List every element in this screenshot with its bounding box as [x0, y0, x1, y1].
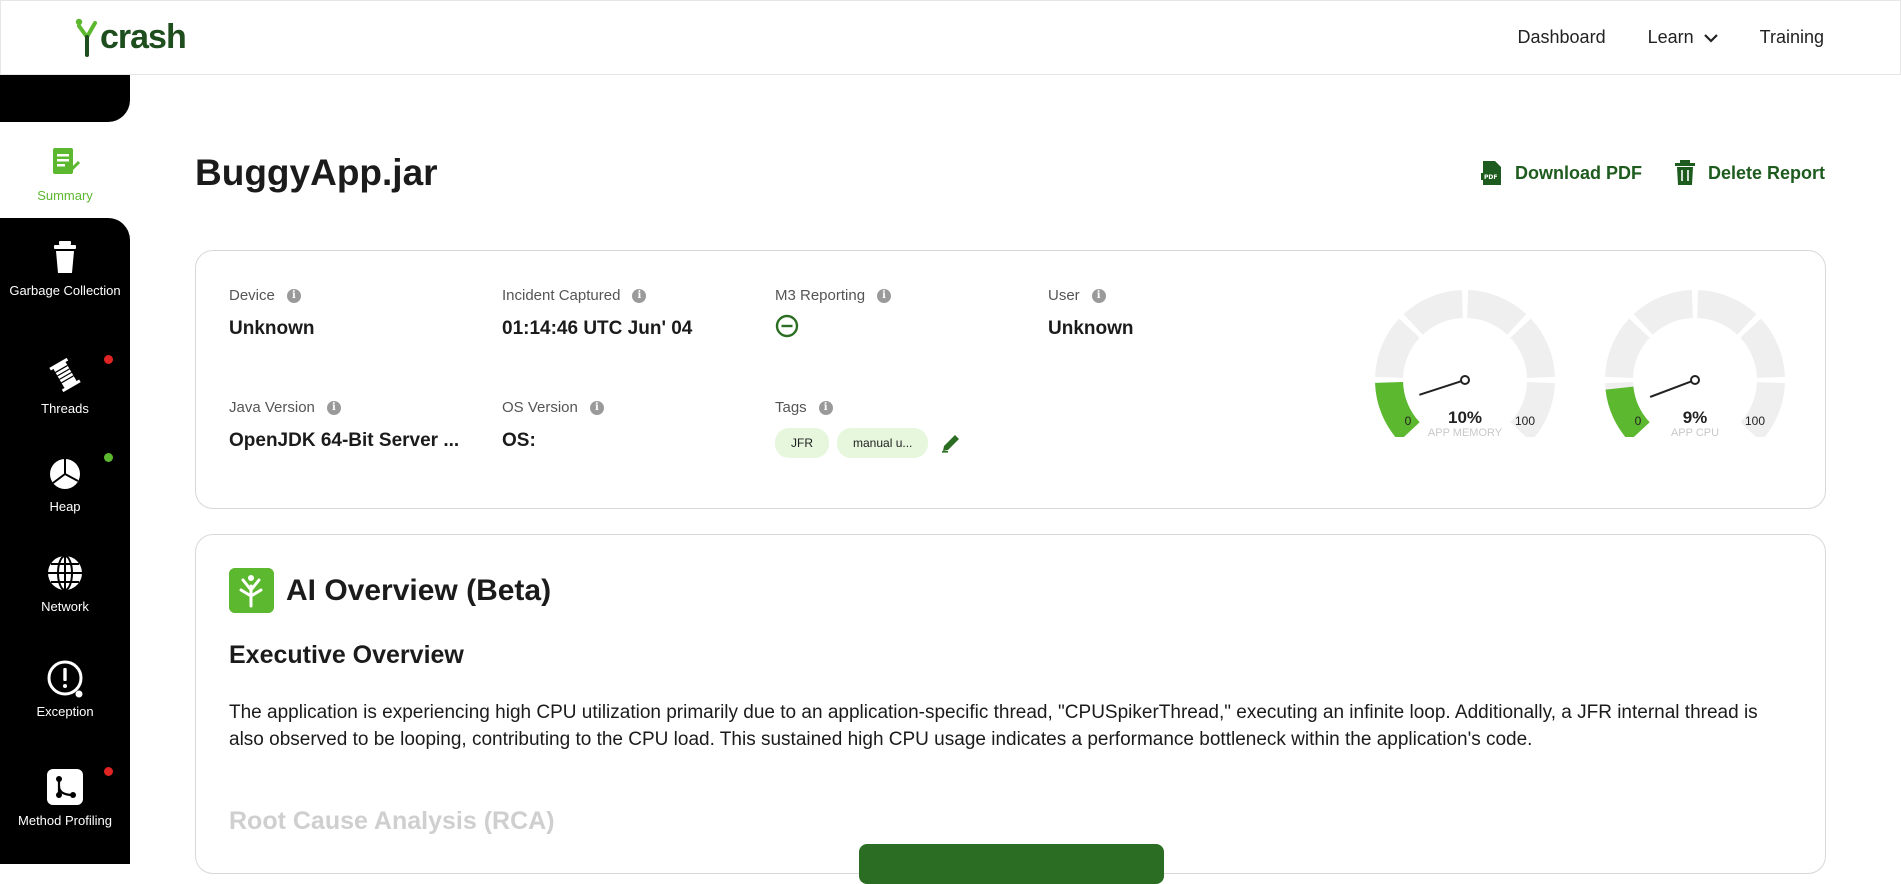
executive-overview-heading: Executive Overview: [229, 641, 464, 669]
report-actions: PDF Download PDF Delete Report: [1480, 160, 1825, 186]
incident-captured-field: Incident Captured i 01:14:46 UTC Jun' 04: [502, 287, 693, 339]
logo-text: crash: [100, 18, 187, 56]
gauge-segment: [1375, 318, 1420, 378]
info-icon[interactable]: i: [818, 400, 833, 415]
top-navbar: crash Dashboard Learn Training: [0, 0, 1901, 75]
minus-circle-icon: [775, 314, 799, 338]
delete-report-button[interactable]: Delete Report: [1674, 160, 1825, 186]
gauge-pivot: [1460, 375, 1470, 385]
ycrash-logo[interactable]: crash: [75, 17, 187, 57]
device-field: Device i Unknown: [229, 287, 315, 339]
sidebar-item-method-profiling[interactable]: Method Profiling: [0, 767, 130, 828]
java-version-field: Java Version i OpenJDK 64-Bit Server ...: [229, 399, 460, 451]
gauge-segment: [1740, 318, 1785, 378]
profiling-alert-dot: [104, 767, 113, 776]
gauge-segment: [1403, 290, 1463, 335]
user-field: User i Unknown: [1048, 287, 1134, 339]
profiling-icon: [47, 769, 83, 805]
gauge-segment: [1633, 290, 1693, 335]
pie-chart-icon: [50, 459, 80, 489]
exclamation-icon: [47, 660, 83, 698]
thread-spool-icon: [49, 357, 81, 393]
info-icon[interactable]: i: [632, 288, 647, 303]
gauge-segment: [1510, 318, 1555, 378]
incident-details-card: Device i Unknown Incident Captured i 01:14…: [195, 250, 1826, 509]
info-icon[interactable]: i: [326, 400, 341, 415]
gauge-max: 100: [1515, 414, 1535, 428]
gauge-value: 9%: [1683, 408, 1708, 427]
info-icon[interactable]: i: [1091, 288, 1106, 303]
edit-pencil-icon[interactable]: [940, 432, 962, 454]
trash-icon: [1674, 160, 1695, 185]
app-memory-gauge: 10% 0 100 APP MEMORY: [1370, 287, 1560, 447]
gauge-needle: [1649, 379, 1696, 398]
ai-overview-card: AI Overview (Beta) Executive Overview Th…: [195, 534, 1826, 884]
nav-dashboard[interactable]: Dashboard: [1518, 27, 1606, 48]
info-icon[interactable]: i: [877, 288, 892, 303]
gauge-min: 0: [1635, 414, 1642, 428]
info-icon[interactable]: i: [286, 288, 301, 303]
sidebar-item-garbage-collection[interactable]: Garbage Collection: [0, 237, 130, 298]
logo-mark-icon: [75, 18, 97, 57]
page-title: BuggyApp.jar: [195, 152, 438, 193]
sidebar-item-threads[interactable]: Threads: [0, 355, 130, 416]
app-cpu-gauge: 9% 0 100 APP CPU: [1600, 287, 1790, 447]
info-icon[interactable]: i: [589, 400, 604, 415]
sidebar: Summary Garbage Collection Threads Heap: [0, 75, 130, 864]
gauge-max: 100: [1745, 414, 1765, 428]
sidebar-item-summary[interactable]: Summary: [0, 142, 130, 203]
nav-training[interactable]: Training: [1760, 27, 1824, 48]
ai-sprout-icon: [229, 568, 274, 613]
heap-status-dot: [104, 453, 113, 462]
gauge-min: 0: [1405, 414, 1412, 428]
gauge-label: APP CPU: [1670, 427, 1720, 439]
trash-icon: [54, 241, 76, 273]
tag-chip[interactable]: JFR: [775, 428, 829, 458]
rca-heading: Root Cause Analysis (RCA): [229, 807, 555, 835]
gauge-needle: [1419, 379, 1466, 396]
tags-field: Tags i JFR manual u...: [775, 399, 962, 458]
expand-overview-button[interactable]: [859, 844, 1164, 884]
threads-alert-dot: [104, 355, 113, 364]
chevron-down-icon: [1703, 33, 1718, 43]
download-pdf-button[interactable]: PDF Download PDF: [1480, 160, 1642, 186]
svg-text:PDF: PDF: [1484, 174, 1497, 181]
gauge-segment: [1605, 318, 1650, 378]
top-nav: Dashboard Learn Training: [1518, 27, 1824, 48]
gauge-dial: 9% 0 100: [1605, 290, 1785, 442]
sidebar-top-cap: [0, 75, 130, 122]
sidebar-item-exception[interactable]: Exception: [0, 658, 130, 719]
summary-icon: [53, 148, 81, 174]
gauge-label: APP MEMORY: [1427, 427, 1503, 439]
pdf-file-icon: PDF: [1480, 161, 1501, 185]
tag-chip[interactable]: manual u...: [837, 428, 929, 458]
gauge-dial: 10% 0 100: [1375, 290, 1555, 442]
ai-overview-header: AI Overview (Beta): [229, 568, 551, 613]
os-version-field: OS Version i OS:: [502, 399, 604, 452]
m3-reporting-field: M3 Reporting i: [775, 287, 892, 343]
globe-icon: [48, 555, 82, 591]
gauge-segment: [1697, 290, 1757, 335]
sidebar-item-network[interactable]: Network: [0, 553, 130, 614]
nav-learn[interactable]: Learn: [1648, 27, 1718, 48]
gauge-value: 10%: [1448, 408, 1482, 427]
executive-overview-text: The application is experiencing high CPU…: [229, 702, 1758, 750]
ai-overview-title: AI Overview (Beta): [286, 573, 552, 607]
gauge-pivot: [1690, 375, 1700, 385]
sidebar-item-heap[interactable]: Heap: [0, 453, 130, 514]
gauge-segment: [1467, 290, 1527, 335]
